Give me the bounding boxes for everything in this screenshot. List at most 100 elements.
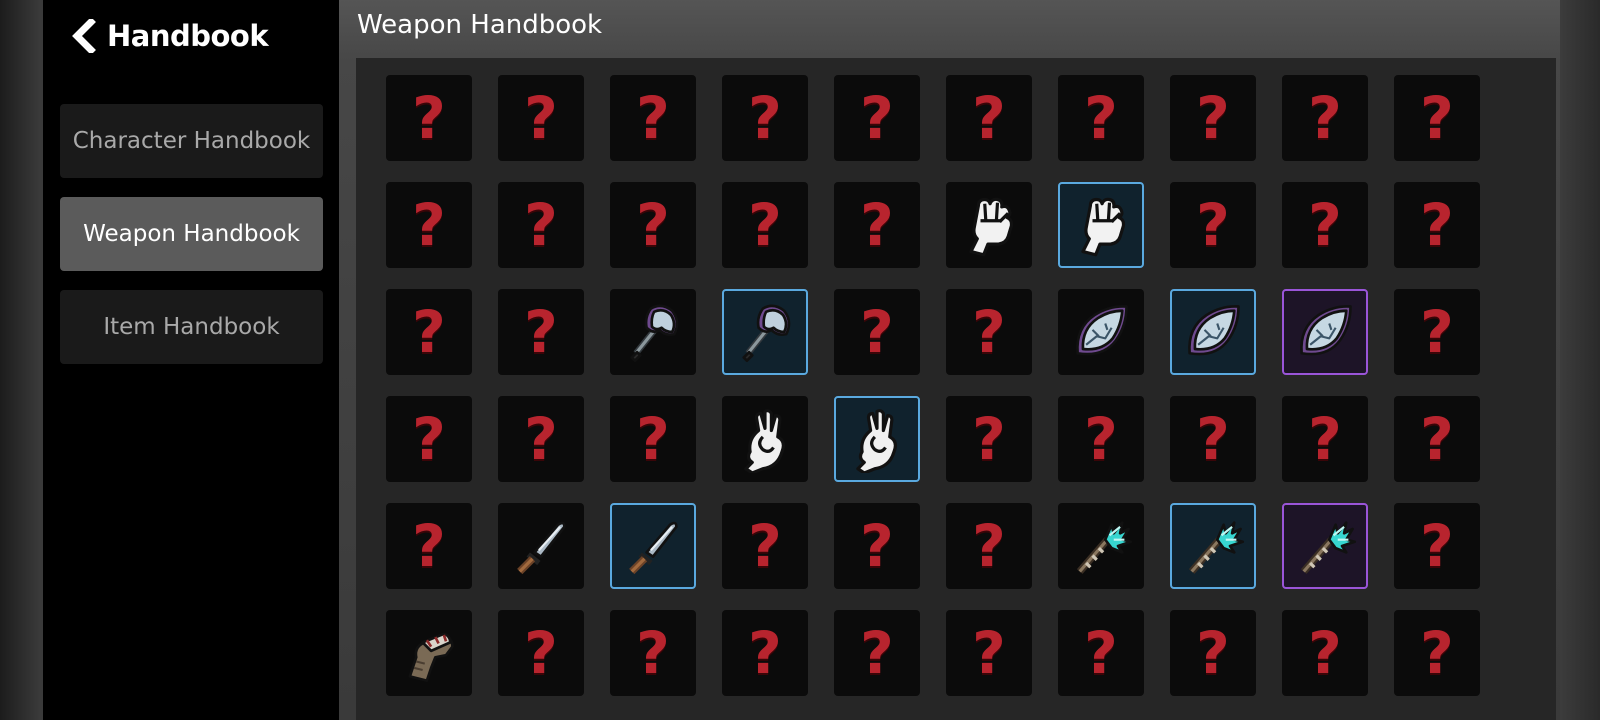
weapon-slot-lightning-staff-purple[interactable] [1282,503,1368,589]
weapon-slot-claw-hand-blue[interactable] [834,396,920,482]
question-mark-icon: ? [860,84,894,152]
weapon-slot-knife[interactable] [498,503,584,589]
gauntlet-icon [395,619,463,687]
weapon-slot-unknown[interactable]: ? [722,610,808,696]
weapon-slot-unknown[interactable]: ? [498,289,584,375]
weapon-slot-unknown[interactable]: ? [1282,75,1368,161]
weapon-slot-unknown[interactable]: ? [386,503,472,589]
weapon-slot-unknown[interactable]: ? [1282,182,1368,268]
weapon-slot-unknown[interactable]: ? [1170,182,1256,268]
nav-item-handbook[interactable]: Item Handbook [60,290,323,364]
question-mark-icon: ? [1420,84,1454,152]
weapon-slot-lightning-staff-blue[interactable] [1170,503,1256,589]
weapon-slot-unknown[interactable]: ? [1170,610,1256,696]
weapon-slot-unknown[interactable]: ? [722,503,808,589]
weapon-slot-unknown[interactable]: ? [946,75,1032,161]
question-mark-icon: ? [1308,84,1342,152]
weapon-slot-unknown[interactable]: ? [722,182,808,268]
weapon-slot-leaf-blade[interactable] [1058,289,1144,375]
weapon-slot-unknown[interactable]: ? [610,182,696,268]
leaf-blade-icon [1067,298,1135,366]
weapon-slot-unknown[interactable]: ? [834,610,920,696]
question-mark-icon: ? [524,619,558,687]
weapon-slot-unknown[interactable]: ? [946,503,1032,589]
weapon-slot-unknown[interactable]: ? [386,182,472,268]
nav-weapon-handbook[interactable]: Weapon Handbook [60,197,323,271]
weapon-slot-unknown[interactable]: ? [1170,75,1256,161]
weapon-slot-unknown[interactable]: ? [1394,503,1480,589]
question-mark-icon: ? [860,619,894,687]
weapon-slot-fist-blue[interactable] [1058,182,1144,268]
weapon-slot-unknown[interactable]: ? [1170,396,1256,482]
weapon-slot-fist[interactable] [946,182,1032,268]
question-mark-icon: ? [972,512,1006,580]
weapon-slot-unknown[interactable]: ? [498,396,584,482]
question-mark-icon: ? [972,298,1006,366]
question-mark-icon: ? [412,84,446,152]
weapon-slot-unknown[interactable]: ? [1058,610,1144,696]
question-mark-icon: ? [524,191,558,259]
weapon-slot-unknown[interactable]: ? [1394,289,1480,375]
weapon-slot-unknown[interactable]: ? [1394,75,1480,161]
question-mark-icon: ? [1196,191,1230,259]
question-mark-icon: ? [1308,191,1342,259]
weapon-slot-unknown[interactable]: ? [1282,610,1368,696]
weapon-slot-claw-hand[interactable] [722,396,808,482]
weapon-slot-unknown[interactable]: ? [722,75,808,161]
axe-icon [619,298,687,366]
question-mark-icon: ? [1420,191,1454,259]
fist-icon [955,191,1023,259]
weapon-slot-unknown[interactable]: ? [834,182,920,268]
question-mark-icon: ? [412,405,446,473]
weapon-slot-unknown[interactable]: ? [1282,396,1368,482]
weapon-slot-unknown[interactable]: ? [1394,182,1480,268]
question-mark-icon: ? [636,619,670,687]
weapon-slot-axe[interactable] [610,289,696,375]
question-mark-icon: ? [636,405,670,473]
question-mark-icon: ? [1420,405,1454,473]
back-button[interactable]: Handbook [69,14,269,58]
weapon-slot-unknown[interactable]: ? [386,289,472,375]
knife-icon [619,512,687,580]
lightning-staff-icon [1067,512,1135,580]
question-mark-icon: ? [1196,84,1230,152]
weapon-slot-unknown[interactable]: ? [834,75,920,161]
question-mark-icon: ? [1420,298,1454,366]
question-mark-icon: ? [524,405,558,473]
axe-icon [731,298,799,366]
nav-character-handbook[interactable]: Character Handbook [60,104,323,178]
weapon-grid: ????????????????????????????????????????… [386,75,1480,696]
weapon-slot-unknown[interactable]: ? [386,75,472,161]
question-mark-icon: ? [1196,619,1230,687]
weapon-slot-gauntlet[interactable] [386,610,472,696]
weapon-slot-unknown[interactable]: ? [610,396,696,482]
weapon-grid-panel[interactable]: ????????????????????????????????????????… [356,58,1556,720]
weapon-slot-unknown[interactable]: ? [498,182,584,268]
weapon-slot-lightning-staff[interactable] [1058,503,1144,589]
weapon-slot-unknown[interactable]: ? [946,610,1032,696]
question-mark-icon: ? [1308,405,1342,473]
panel-title: Weapon Handbook [357,10,603,40]
weapon-slot-unknown[interactable]: ? [1394,610,1480,696]
question-mark-icon: ? [972,405,1006,473]
weapon-slot-unknown[interactable]: ? [1058,75,1144,161]
weapon-slot-unknown[interactable]: ? [834,289,920,375]
weapon-slot-knife-blue[interactable] [610,503,696,589]
weapon-slot-unknown[interactable]: ? [1394,396,1480,482]
question-mark-icon: ? [636,84,670,152]
weapon-slot-unknown[interactable]: ? [1058,396,1144,482]
weapon-slot-unknown[interactable]: ? [498,75,584,161]
weapon-slot-unknown[interactable]: ? [610,75,696,161]
fist-icon [1067,191,1135,259]
weapon-slot-unknown[interactable]: ? [834,503,920,589]
weapon-slot-unknown[interactable]: ? [610,610,696,696]
weapon-slot-leaf-blade-purple[interactable] [1282,289,1368,375]
question-mark-icon: ? [1084,619,1118,687]
weapon-slot-axe-blue[interactable] [722,289,808,375]
weapon-slot-unknown[interactable]: ? [946,396,1032,482]
weapon-slot-unknown[interactable]: ? [946,289,1032,375]
weapon-slot-leaf-blade-blue[interactable] [1170,289,1256,375]
question-mark-icon: ? [412,191,446,259]
weapon-slot-unknown[interactable]: ? [386,396,472,482]
weapon-slot-unknown[interactable]: ? [498,610,584,696]
